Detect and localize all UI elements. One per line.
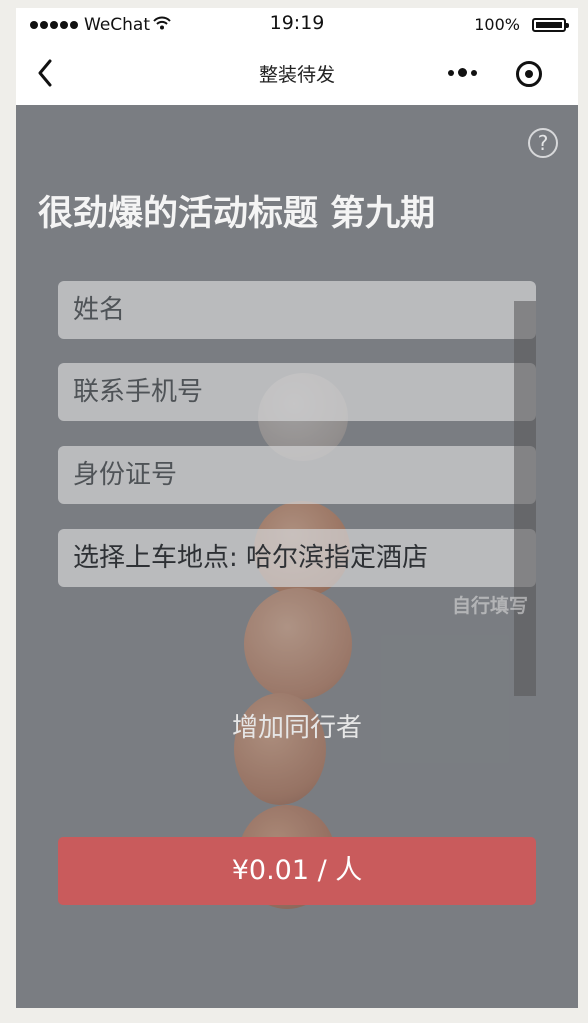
close-miniprogram-button[interactable]	[516, 61, 542, 87]
event-title: 很劲爆的活动标题 第九期	[38, 194, 436, 234]
price-pay-button[interactable]: ¥0.01 / 人	[58, 837, 536, 905]
scrollbar[interactable]	[514, 301, 536, 696]
pickup-location-select[interactable]: 选择上车地点: 哈尔滨指定酒店	[58, 529, 536, 587]
more-options-button[interactable]	[448, 68, 481, 77]
form-panel: ? 很劲爆的活动标题 第九期 姓名 联系手机号 身份证号 选择上车地点: 哈尔滨…	[16, 105, 578, 1008]
status-bar: WeChat 19:19 100%	[16, 8, 578, 42]
id-number-field[interactable]: 身份证号	[58, 446, 536, 504]
nav-bar: 整装待发	[16, 42, 578, 105]
phone-field[interactable]: 联系手机号	[58, 363, 536, 421]
battery-icon	[532, 18, 569, 32]
battery-percent: 100%	[474, 15, 520, 34]
add-companion-button[interactable]: 增加同行者	[16, 707, 578, 744]
help-icon[interactable]: ?	[528, 128, 558, 158]
name-field[interactable]: 姓名	[58, 281, 536, 339]
page-title: 整装待发	[258, 64, 335, 86]
self-fill-link[interactable]: 自行填写	[452, 591, 528, 618]
phone-screen: WeChat 19:19 100% 整装待发 ? 很劲爆的活动标题 第九期 姓名…	[16, 8, 578, 1008]
